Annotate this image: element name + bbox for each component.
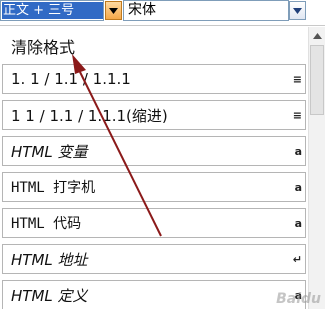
paragraph-style-icon: ≡ <box>292 72 302 86</box>
style-item-html-typewriter[interactable]: HTML 打字机 a <box>2 172 306 202</box>
chevron-down-icon <box>109 7 118 14</box>
style-value: 正文 + 三号 <box>2 2 103 19</box>
style-item-label: HTML 打字机 <box>11 180 96 196</box>
character-style-icon: a <box>294 216 302 230</box>
character-style-icon: a <box>294 180 302 194</box>
style-list-scrollbar[interactable] <box>308 27 325 309</box>
chevron-up-icon <box>312 32 322 39</box>
scroll-thumb[interactable] <box>310 45 324 115</box>
style-item-clear-format[interactable]: 清除格式 <box>2 31 306 61</box>
style-item-label: HTML 代码 <box>11 216 82 232</box>
style-item-label: HTML 定义 <box>11 286 88 305</box>
style-item-label: 1. 1 / 1.1 / 1.1.1 <box>11 70 131 88</box>
style-item-html-variable[interactable]: HTML 变量 a <box>2 136 306 166</box>
watermark-logo: Baidu <box>276 291 321 307</box>
style-item-label: 1 1 / 1.1 / 1.1.1(缩进) <box>11 106 168 125</box>
paragraph-style-icon: ≡ <box>292 108 302 122</box>
style-item-html-definition[interactable]: HTML 定义 a <box>2 280 306 309</box>
chevron-down-icon <box>293 7 302 14</box>
font-dropdown-button[interactable] <box>289 1 306 20</box>
style-item-numbered-indent[interactable]: 1 1 / 1.1 / 1.1.1(缩进) ≡ <box>2 100 306 130</box>
formatting-toolbar: 正文 + 三号 宋体 <box>0 0 325 26</box>
style-dropdown-button[interactable] <box>105 1 122 20</box>
style-item-label: HTML 变量 <box>11 142 88 161</box>
paragraph-mark-icon: ↵ <box>292 252 302 266</box>
style-dropdown-list: 清除格式 1. 1 / 1.1 / 1.1.1 ≡ 1 1 / 1.1 / 1.… <box>0 28 308 309</box>
style-combobox[interactable]: 正文 + 三号 <box>0 0 104 21</box>
font-combobox[interactable]: 宋体 <box>123 0 289 21</box>
style-item-label: 清除格式 <box>11 38 76 57</box>
character-style-icon: a <box>294 144 302 158</box>
scroll-up-button[interactable] <box>309 27 325 44</box>
style-item-html-address[interactable]: HTML 地址 ↵ <box>2 244 306 274</box>
style-item-html-code[interactable]: HTML 代码 a <box>2 208 306 238</box>
style-item-numbered[interactable]: 1. 1 / 1.1 / 1.1.1 ≡ <box>2 64 306 94</box>
style-item-label: HTML 地址 <box>11 250 88 269</box>
font-value: 宋体 <box>128 2 156 18</box>
